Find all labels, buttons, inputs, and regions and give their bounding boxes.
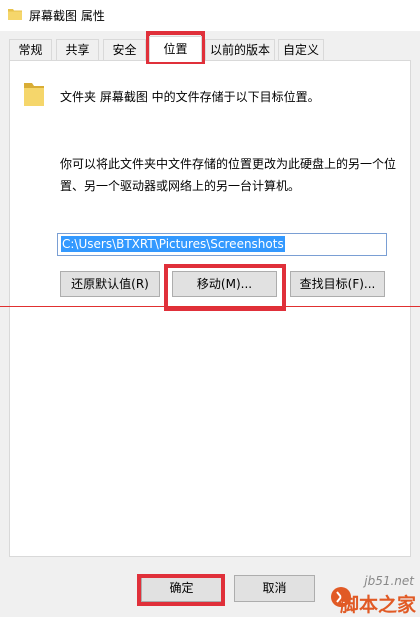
window-title: 屏幕截图 属性: [29, 9, 105, 23]
tab-previous-versions[interactable]: 以前的版本: [205, 39, 275, 60]
path-value: C:\Users\BTXRT\Pictures\Screenshots: [61, 236, 285, 252]
watermark-name: 脚本之家: [339, 594, 416, 616]
watermark: jb51.net 脚本之家: [328, 572, 420, 616]
tab-location[interactable]: 位置: [149, 36, 202, 62]
location-help-text: 你可以将此文件夹中文件存储的位置更改为此硬盘上的另一个位置、另一个驱动器或网络上…: [60, 157, 397, 193]
restore-default-button[interactable]: 还原默认值(R): [60, 271, 160, 297]
tab-customize[interactable]: 自定义: [278, 39, 324, 60]
tab-sharing[interactable]: 共享: [56, 39, 99, 60]
tab-general[interactable]: 常规: [9, 39, 52, 60]
tab-security[interactable]: 安全: [103, 39, 146, 60]
title-bar: 屏幕截图 属性: [0, 0, 420, 31]
folder-icon: [24, 83, 44, 106]
highlight-move-button: [164, 264, 286, 311]
watermark-site: jb51.net: [364, 574, 414, 588]
location-description: 文件夹 屏幕截图 中的文件存储于以下目标位置。: [60, 90, 320, 104]
find-target-button[interactable]: 查找目标(F)...: [290, 271, 385, 297]
folder-icon: [8, 9, 22, 20]
path-input[interactable]: C:\Users\BTXRT\Pictures\Screenshots: [57, 233, 387, 256]
tab-bar: 常规 共享 安全 位置 以前的版本 自定义: [0, 31, 420, 62]
highlight-ok-button: [137, 574, 225, 606]
cancel-button[interactable]: 取消: [234, 575, 315, 602]
